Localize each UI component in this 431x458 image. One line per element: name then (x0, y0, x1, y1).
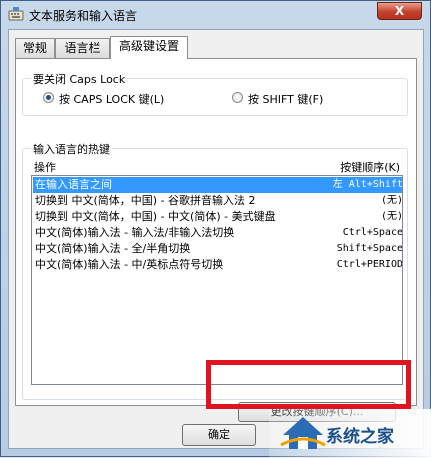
hotkey-action: 中文(简体)输入法 - 中/英标点符号切换 (35, 258, 224, 271)
caps-lock-radio[interactable] (43, 92, 54, 103)
tab-language-bar[interactable]: 语言栏 (55, 38, 110, 58)
hotkey-action: 在输入语言之间 (35, 178, 112, 191)
caps-lock-option-label[interactable]: 按 CAPS LOCK 键(L) (59, 91, 164, 107)
list-item[interactable]: 切换到 中文(简体，中国) - 中文(简体) - 美式键盘 (无) (33, 209, 403, 225)
tab-advanced-key-settings[interactable]: 高级键设置 (110, 36, 188, 59)
hotkey-keys: Ctrl+Space (342, 227, 403, 238)
list-item[interactable]: 中文(简体)输入法 - 全/半角切换 Shift+Space (33, 241, 403, 257)
hotkeys-list-header: 操作 按键顺序(K) (34, 159, 402, 174)
hotkey-action: 中文(简体)输入法 - 全/半角切换 (35, 242, 191, 255)
tab-general[interactable]: 常规 (15, 38, 55, 58)
dialog-window: 文本服务和输入语言 X 常规 语言栏 高级键设置 要关闭 Caps Lock 按… (0, 0, 431, 458)
column-header-key-sequence: 按键顺序(K) (340, 161, 400, 174)
hotkey-keys: Ctrl+PERIOD (336, 259, 403, 270)
list-item[interactable]: 中文(简体)输入法 - 中/英标点符号切换 Ctrl+PERIOD (33, 257, 403, 273)
window-title: 文本服务和输入语言 (29, 9, 138, 23)
hotkey-action: 切换到 中文(简体，中国) - 中文(简体) - 美式键盘 (35, 210, 276, 223)
column-header-action: 操作 (34, 161, 56, 174)
shift-radio[interactable] (232, 92, 243, 103)
hotkeys-listbox[interactable]: 在输入语言之间 左 Alt+Shift 切换到 中文(简体，中国) - 谷歌拼音… (31, 175, 403, 385)
hotkey-action: 中文(简体)输入法 - 输入法/非输入法切换 (35, 226, 235, 239)
hotkey-keys: 左 Alt+Shift (332, 179, 403, 190)
hotkey-keys: Shift+Space (336, 243, 403, 254)
list-item[interactable]: 在输入语言之间 左 Alt+Shift (33, 177, 403, 193)
hotkeys-group-label: 输入语言的热键 (31, 141, 112, 157)
list-item[interactable]: 中文(简体)输入法 - 输入法/非输入法切换 Ctrl+Space (33, 225, 403, 241)
caps-lock-group-label: 要关闭 Caps Lock (31, 71, 128, 87)
ok-button[interactable]: 确定 (182, 424, 256, 446)
house-logo-icon (280, 417, 326, 449)
shift-option-label[interactable]: 按 SHIFT 键(F) (248, 91, 323, 107)
red-highlight-box (206, 360, 411, 409)
caps-lock-group: 要关闭 Caps Lock 按 CAPS LOCK 键(L) 按 SHIFT 键… (22, 71, 408, 116)
title-bar[interactable]: 文本服务和输入语言 X (1, 1, 430, 27)
close-button[interactable]: X (377, 2, 422, 20)
watermark-text: 系统之家 (326, 427, 394, 447)
tab-panel-advanced: 要关闭 Caps Lock 按 CAPS LOCK 键(L) 按 SHIFT 键… (15, 58, 417, 422)
hotkey-keys: (无) (380, 195, 403, 206)
hotkey-action: 切换到 中文(简体，中国) - 谷歌拼音输入法 2 (35, 194, 256, 207)
list-item[interactable]: 切换到 中文(简体，中国) - 谷歌拼音输入法 2 (无) (33, 193, 403, 209)
hotkey-keys: (无) (380, 211, 403, 222)
keyboard-icon (8, 7, 24, 21)
